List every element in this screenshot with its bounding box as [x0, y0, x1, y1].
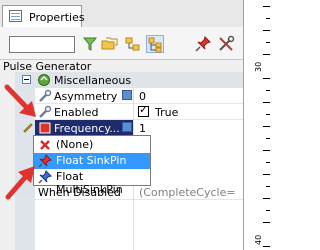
search-input[interactable] — [9, 36, 75, 53]
funnel-filter-icon[interactable] — [81, 35, 99, 53]
multisinkpin-icon — [38, 170, 52, 184]
dropdown-option-float-sinkpin[interactable]: Float SinkPin — [34, 153, 150, 169]
tab-properties-label: Properties — [29, 11, 85, 24]
annotation-arrow-icon — [5, 166, 35, 200]
dropdown-option-label: Float MultiSinkPin — [56, 170, 123, 196]
property-value[interactable]: 1 — [139, 122, 146, 135]
red-x-icon — [38, 138, 52, 152]
dropdown-option-label: Float SinkPin — [56, 154, 127, 167]
dropdown-option-label: (None) — [56, 138, 94, 151]
frequency-dropdown[interactable]: (None) Float SinkPin Float MultiSinkPin — [33, 135, 151, 196]
sinkpin-icon — [38, 154, 52, 168]
ruler-label: 40 — [254, 234, 263, 245]
folders-icon[interactable] — [101, 35, 119, 53]
dropdown-option-none[interactable]: (None) — [34, 137, 150, 153]
categorized-view-icon[interactable] — [146, 35, 164, 53]
property-name: Asymmetry — [54, 90, 118, 103]
edit-pencil-icon — [22, 121, 34, 133]
ruler-label: 30 — [254, 61, 263, 72]
annotation-arrow-icon — [4, 84, 36, 117]
property-value: True — [155, 106, 179, 119]
vertical-ruler — [244, 0, 270, 250]
check-icon: ✓ — [139, 103, 149, 116]
category-label: Miscellaneous — [54, 74, 132, 87]
properties-icon — [9, 10, 22, 22]
pin-icon[interactable] — [194, 35, 212, 53]
dropdown-option-float-multisinkpin[interactable]: Float MultiSinkPin — [34, 169, 150, 196]
collapse-toggle[interactable] — [22, 75, 31, 84]
expression-icon[interactable] — [122, 122, 132, 132]
property-name: Enabled — [54, 106, 99, 119]
property-value[interactable]: 0 — [139, 90, 146, 103]
property-value[interactable]: (CompleteCycle= — [139, 186, 236, 199]
pin-icon — [38, 121, 52, 135]
tab-properties[interactable]: Properties — [2, 5, 85, 27]
expression-icon[interactable] — [122, 90, 132, 100]
folder-tree-icon[interactable] — [124, 35, 142, 53]
property-name: Frequency... — [54, 122, 120, 135]
tools-icon[interactable] — [217, 35, 235, 53]
